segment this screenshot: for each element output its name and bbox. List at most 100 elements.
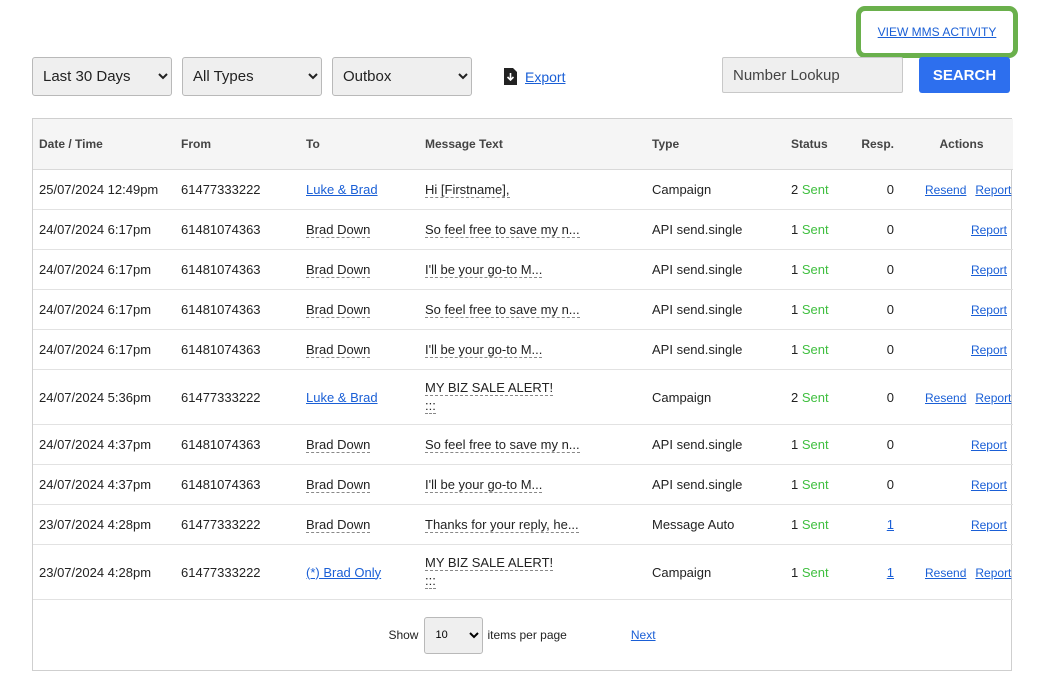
col-header-datetime[interactable]: Date / Time xyxy=(33,119,175,170)
report-link[interactable]: Report xyxy=(971,478,1007,492)
row-recipient-link[interactable]: Luke & Brad xyxy=(306,390,378,405)
report-link[interactable]: Report xyxy=(975,391,1011,405)
col-header-actions: Actions xyxy=(910,119,1013,170)
table-row: 25/07/2024 12:49pm 61477333222 Luke & Brad… xyxy=(33,169,1013,210)
report-link[interactable]: Report xyxy=(971,223,1007,237)
row-message-text[interactable]: So feel free to save my n... xyxy=(425,221,580,238)
row-recipient-link[interactable]: Brad Down xyxy=(306,222,371,238)
row-responses[interactable]: 1 xyxy=(887,565,894,580)
row-recipient-link[interactable]: Brad Down xyxy=(306,437,371,453)
col-header-to[interactable]: To xyxy=(300,119,419,170)
row-type: Campaign xyxy=(652,564,712,580)
row-from: 61477333222 xyxy=(181,517,261,532)
row-actions: Report xyxy=(910,209,1013,250)
row-type: API send.single xyxy=(652,262,743,277)
row-datetime: 23/07/2024 4:28pm xyxy=(39,517,152,532)
number-lookup-input[interactable] xyxy=(722,57,903,93)
table-row: 24/07/2024 6:17pm 61481074363 Brad Down I'l… xyxy=(33,329,1013,370)
row-message-text[interactable]: So feel free to save my n... xyxy=(425,301,580,318)
row-type: API send.single xyxy=(652,477,743,492)
col-header-type[interactable]: Type xyxy=(646,119,785,170)
row-recipient-link[interactable]: Brad Down xyxy=(306,302,371,318)
row-status-badge: Sent xyxy=(801,222,829,237)
row-status-badge: Sent xyxy=(801,517,829,532)
row-message-text[interactable]: I'll be your go-to M... xyxy=(425,341,543,358)
report-link[interactable]: Report xyxy=(975,566,1011,580)
mms-activity-highlight: VIEW MMS ACTIVITY xyxy=(856,6,1018,58)
row-status-badge: Sent xyxy=(801,302,829,317)
row-status-count: 1 xyxy=(791,437,799,452)
row-recipient-link[interactable]: Brad Down xyxy=(306,517,371,533)
resend-link[interactable]: Resend xyxy=(925,566,966,580)
resend-link[interactable]: Resend xyxy=(925,183,966,197)
row-datetime: 23/07/2024 4:28pm xyxy=(39,564,152,580)
col-header-from[interactable]: From xyxy=(175,119,300,170)
row-datetime: 25/07/2024 12:49pm xyxy=(39,182,159,197)
row-status-count: 1 xyxy=(791,262,799,277)
table-row: 24/07/2024 5:36pm 61477333222 Luke & Brad M… xyxy=(33,369,1013,425)
table-row: 24/07/2024 4:37pm 61481074363 Brad Down So … xyxy=(33,424,1013,465)
table-row: 24/07/2024 6:17pm 61481074363 Brad Down I'l… xyxy=(33,249,1013,290)
view-mms-activity-link[interactable]: VIEW MMS ACTIVITY xyxy=(878,25,997,39)
row-message-text[interactable]: I'll be your go-to M... xyxy=(425,261,543,278)
row-message-text[interactable]: Thanks for your reply, he... xyxy=(425,516,579,533)
row-datetime: 24/07/2024 6:17pm xyxy=(39,262,152,277)
report-link[interactable]: Report xyxy=(971,263,1007,277)
report-link[interactable]: Report xyxy=(971,343,1007,357)
row-recipient-link[interactable]: (*) Brad Only xyxy=(306,565,381,580)
export-link[interactable]: Export xyxy=(525,69,565,85)
row-type: Message Auto xyxy=(652,517,735,532)
col-header-status[interactable]: Status xyxy=(785,119,852,170)
col-header-resp[interactable]: Resp. xyxy=(852,119,910,170)
row-from: 61481074363 xyxy=(181,342,261,357)
row-message-text[interactable]: So feel free to save my n... xyxy=(425,436,580,453)
next-page-link[interactable]: Next xyxy=(631,628,656,642)
col-header-message[interactable]: Message Text xyxy=(419,119,646,170)
row-status-count: 1 xyxy=(791,517,799,532)
row-message-text[interactable]: I'll be your go-to M... xyxy=(425,476,543,493)
row-status-badge: Sent xyxy=(801,477,829,492)
row-actions: Resend Report xyxy=(910,169,1013,210)
pagination: Show 10 items per page Next xyxy=(33,615,1011,655)
row-datetime: 24/07/2024 6:17pm xyxy=(39,302,152,317)
row-recipient-link[interactable]: Brad Down xyxy=(306,262,371,278)
row-type: API send.single xyxy=(652,222,743,237)
row-status-badge: Sent xyxy=(801,389,829,405)
per-page-select[interactable]: 10 xyxy=(424,616,484,654)
date-range-select[interactable]: Last 30 Days xyxy=(32,57,172,96)
row-message-text[interactable]: Hi [Firstname], xyxy=(425,181,510,198)
show-label: Show xyxy=(388,628,419,642)
report-link[interactable]: Report xyxy=(971,518,1007,532)
type-select[interactable]: All Types xyxy=(182,57,322,96)
folder-select[interactable]: Outbox xyxy=(332,57,472,96)
row-message-more[interactable]: ::: xyxy=(425,573,436,589)
row-actions: Resend Report xyxy=(910,544,1013,600)
row-actions: Report xyxy=(910,289,1013,330)
report-link[interactable]: Report xyxy=(971,438,1007,452)
row-status-count: 1 xyxy=(791,342,799,357)
report-link[interactable]: Report xyxy=(975,183,1011,197)
resend-link[interactable]: Resend xyxy=(925,391,966,405)
row-from: 61481074363 xyxy=(181,437,261,452)
row-responses[interactable]: 1 xyxy=(887,517,894,532)
search-button[interactable]: SEARCH xyxy=(919,57,1010,93)
row-actions: Report xyxy=(910,329,1013,370)
row-datetime: 24/07/2024 5:36pm xyxy=(39,389,152,405)
row-message-text[interactable]: MY BIZ SALE ALERT! xyxy=(425,380,554,396)
row-recipient-link[interactable]: Luke & Brad xyxy=(306,182,378,197)
report-link[interactable]: Report xyxy=(971,303,1007,317)
export-control[interactable]: Export xyxy=(504,68,565,85)
row-recipient-link[interactable]: Brad Down xyxy=(306,477,371,493)
row-recipient-link[interactable]: Brad Down xyxy=(306,342,371,358)
row-from: 61481074363 xyxy=(181,302,261,317)
row-datetime: 24/07/2024 6:17pm xyxy=(39,342,152,357)
row-type: API send.single xyxy=(652,437,743,452)
row-status-badge: Sent xyxy=(801,262,829,277)
table-row: 24/07/2024 4:37pm 61481074363 Brad Down I'l… xyxy=(33,464,1013,505)
row-type: Campaign xyxy=(652,182,712,197)
row-actions: Report xyxy=(910,249,1013,290)
table-row: 23/07/2024 4:28pm 61477333222 (*) Brad Onl… xyxy=(33,544,1013,600)
row-message-text[interactable]: MY BIZ SALE ALERT! xyxy=(425,555,554,571)
row-message-more[interactable]: ::: xyxy=(425,398,436,414)
row-responses: 0 xyxy=(886,302,894,317)
